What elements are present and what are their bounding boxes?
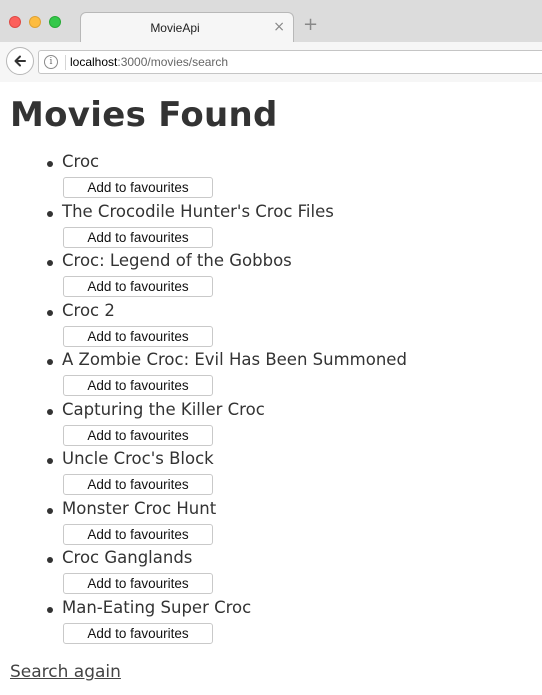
bullet-icon (47, 606, 53, 613)
movie-list-item: Capturing the Killer Croc Add to favourit… (0, 400, 542, 450)
search-again-link[interactable]: Search again (10, 662, 121, 682)
url-path: :3000/movies/search (117, 55, 229, 69)
add-to-favourites-button[interactable]: Add to favourites (63, 325, 213, 347)
tab-strip: MovieApi × + (0, 0, 542, 43)
new-tab-icon[interactable]: + (303, 16, 318, 34)
movie-list-item: Croc Ganglands Add to favourites (0, 548, 542, 598)
movie-list-item: The Crocodile Hunter's Croc Files Add to … (0, 202, 542, 252)
back-arrow-icon (14, 55, 26, 67)
movie-list-item: Monster Croc Hunt Add to favourites (0, 499, 542, 549)
movie-list-item: Croc Add to favourites (0, 152, 542, 202)
movie-list-item: A Zombie Croc: Evil Has Been Summoned Add… (0, 350, 542, 400)
bullet-icon (47, 359, 53, 365)
add-to-favourites-button[interactable]: Add to favourites (63, 573, 213, 594)
movie-list-item: Man-Eating Super Croc Add to favourites (0, 598, 542, 648)
movie-title: Uncle Croc's Block (62, 449, 214, 468)
browser-chrome: MovieApi × + i localhost:3000/movies/sea… (0, 0, 542, 82)
bullet-icon (47, 260, 53, 266)
bullet-icon (47, 408, 53, 415)
browser-tab[interactable]: MovieApi × (80, 12, 294, 43)
url-host: localhost (70, 55, 118, 69)
movie-list: Croc Add to favourites The Crocodile Hunte… (0, 152, 542, 647)
bullet-icon (47, 557, 53, 563)
back-button[interactable] (6, 47, 34, 75)
bullet-icon (47, 507, 53, 514)
add-to-favourites-button[interactable]: Add to favourites (63, 226, 213, 248)
close-window-button[interactable] (9, 16, 21, 28)
movie-title: Croc (62, 152, 100, 171)
zoom-window-button[interactable] (49, 16, 61, 28)
bullet-icon (47, 458, 53, 464)
movie-title: Capturing the Killer Croc (62, 399, 265, 419)
add-to-favourites-button[interactable]: Add to favourites (63, 276, 213, 297)
movie-title: Croc 2 (62, 300, 115, 320)
page-title: Movies Found (10, 95, 278, 135)
movie-list-item: Croc: Legend of the Gobbos Add to favouri… (0, 251, 542, 301)
movie-title: The Crocodile Hunter's Croc Files (62, 201, 334, 221)
movie-title: A Zombie Croc: Evil Has Been Summoned (62, 350, 407, 369)
add-to-favourites-button[interactable]: Add to favourites (63, 523, 213, 545)
bullet-icon (47, 210, 53, 217)
tab-title: MovieApi (150, 21, 200, 35)
bullet-icon (47, 161, 53, 167)
add-to-favourites-button[interactable]: Add to favourites (63, 424, 213, 446)
close-tab-icon[interactable]: × (273, 19, 285, 35)
bullet-icon (47, 309, 53, 316)
movie-list-item: Croc 2 Add to favourites (0, 301, 542, 351)
movie-list-item: Uncle Croc's Block Add to favourites (0, 449, 542, 499)
movie-title: Man-Eating Super Croc (62, 597, 252, 617)
add-to-favourites-button[interactable]: Add to favourites (63, 474, 213, 495)
movie-title: Croc Ganglands (62, 548, 193, 567)
movie-title: Monster Croc Hunt (62, 498, 217, 518)
info-icon[interactable]: i (44, 55, 58, 69)
url-divider (65, 55, 66, 70)
movie-title: Croc: Legend of the Gobbos (62, 251, 292, 270)
navigation-bar: i localhost:3000/movies/search (0, 42, 542, 82)
add-to-favourites-button[interactable]: Add to favourites (63, 622, 213, 644)
minimize-window-button[interactable] (29, 16, 41, 28)
add-to-favourites-button[interactable]: Add to favourites (63, 177, 213, 198)
url-text[interactable]: localhost:3000/movies/search (70, 55, 228, 69)
address-bar[interactable]: i localhost:3000/movies/search (38, 50, 542, 74)
add-to-favourites-button[interactable]: Add to favourites (63, 375, 213, 396)
